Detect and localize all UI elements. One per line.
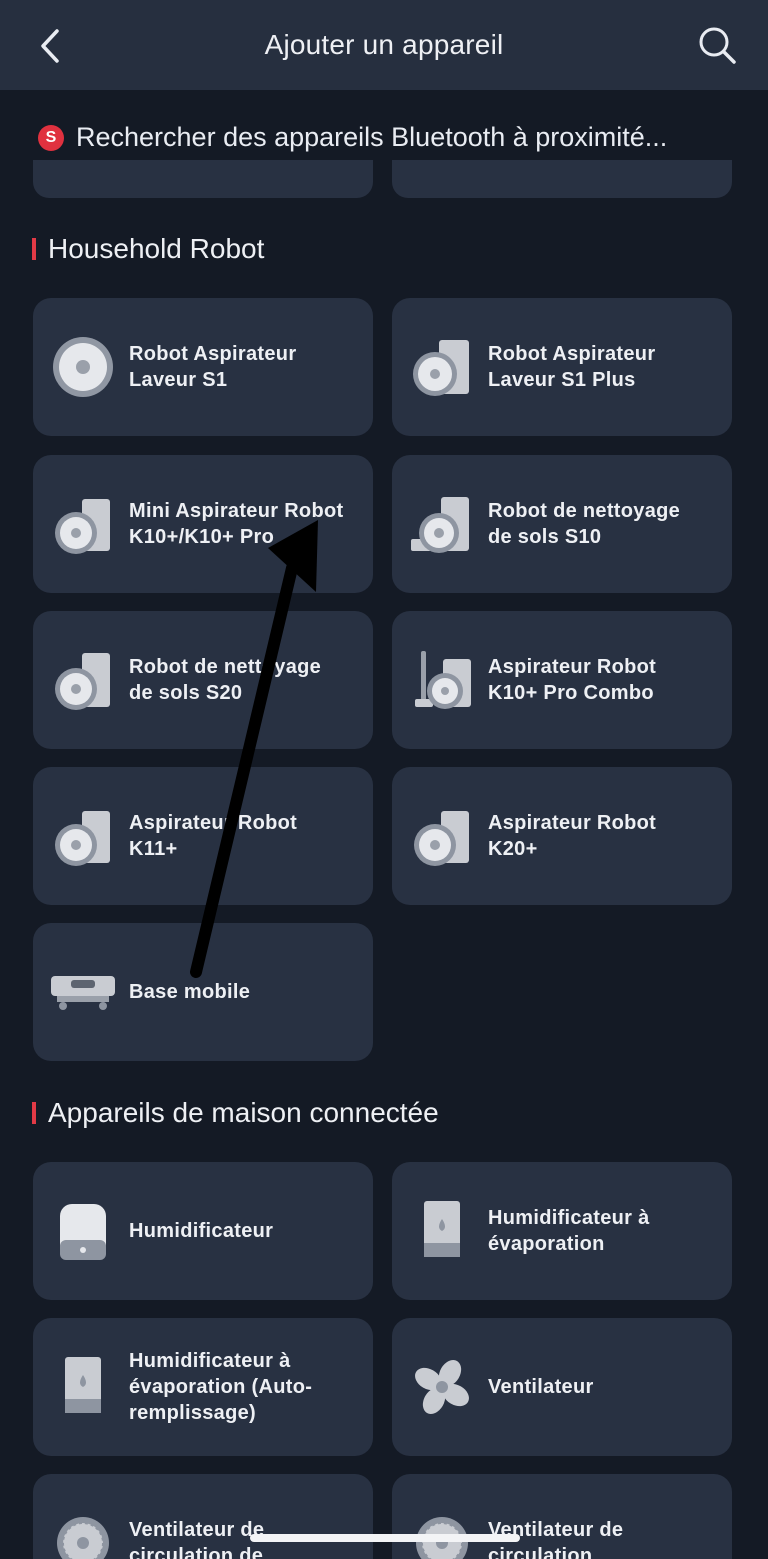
device-card-evaporative-humidifier-auto[interactable]: Humidificateur à évaporation (Auto- remp… xyxy=(33,1318,373,1456)
device-label: Aspirateur Robot K10+ Pro Combo xyxy=(488,656,657,704)
device-card-s1-plus[interactable]: Robot Aspirateur Laveur S1 Plus xyxy=(392,298,732,436)
device-label: Ventilateur xyxy=(488,1376,594,1398)
device-label: Ventilateur de circulation de xyxy=(129,1519,265,1559)
top-navigation-bar: Ajouter un appareil xyxy=(0,0,768,90)
section-title: Household Robot xyxy=(48,233,265,264)
page-title: Ajouter un appareil xyxy=(264,29,504,60)
device-card-s20[interactable]: Robot de nettoyage de sols S20 xyxy=(33,611,373,749)
bluetooth-scan-badge: S xyxy=(38,124,64,151)
bluetooth-scan-banner[interactable]: S Rechercher des appareils Bluetooth à p… xyxy=(38,122,667,153)
device-card-s1[interactable]: Robot Aspirateur Laveur S1 xyxy=(33,298,373,436)
section-title: Appareils de maison connectée xyxy=(48,1097,439,1128)
section-accent-bar xyxy=(32,1102,36,1124)
device-label: Robot de nettoyage de sols S10 xyxy=(488,500,681,548)
device-label: Robot Aspirateur Laveur S1 Plus xyxy=(488,343,656,391)
device-card-k20[interactable]: Aspirateur Robot K20+ xyxy=(392,767,732,905)
device-label: Humidificateur xyxy=(129,1220,274,1242)
robot-vacuum-icon xyxy=(51,335,115,399)
evaporative-humidifier-icon xyxy=(410,1199,474,1263)
device-card-k11[interactable]: Aspirateur Robot K11+ xyxy=(33,767,373,905)
device-label: Base mobile xyxy=(129,981,251,1003)
search-button[interactable] xyxy=(694,22,740,68)
partial-device-card[interactable] xyxy=(33,160,373,198)
chevron-left-icon xyxy=(41,29,59,63)
robot-vacuum-dock-icon xyxy=(410,804,474,868)
device-label: Robot Aspirateur Laveur S1 xyxy=(129,343,297,391)
device-card-s10[interactable]: Robot de nettoyage de sols S10 xyxy=(392,455,732,593)
fan-icon xyxy=(410,1355,474,1419)
section-household-robot: Household Robot xyxy=(32,233,264,265)
device-card-base-mobile[interactable]: Base mobile xyxy=(33,923,373,1061)
back-button[interactable] xyxy=(30,24,70,68)
robot-vacuum-dock-icon xyxy=(51,804,115,868)
evaporative-humidifier-icon xyxy=(51,1355,115,1419)
device-card-humidifier[interactable]: Humidificateur xyxy=(33,1162,373,1300)
home-indicator[interactable] xyxy=(250,1534,520,1542)
robot-vacuum-stick-icon xyxy=(410,648,474,712)
robot-vacuum-dock-icon xyxy=(51,492,115,556)
device-card-evaporative-humidifier[interactable]: Humidificateur à évaporation xyxy=(392,1162,732,1300)
device-card-k10-combo[interactable]: Aspirateur Robot K10+ Pro Combo xyxy=(392,611,732,749)
bluetooth-scan-text: Rechercher des appareils Bluetooth à pro… xyxy=(76,122,668,152)
device-label: Aspirateur Robot K11+ xyxy=(129,812,298,860)
section-accent-bar xyxy=(32,238,36,260)
circulation-fan-icon xyxy=(51,1511,115,1559)
robot-mop-dock-icon xyxy=(51,648,115,712)
humidifier-icon xyxy=(51,1199,115,1263)
device-label: Mini Aspirateur Robot K10+/K10+ Pro xyxy=(129,500,344,548)
device-card-k10[interactable]: Mini Aspirateur Robot K10+/K10+ Pro xyxy=(33,455,373,593)
robot-vacuum-dock-icon xyxy=(410,335,474,399)
device-card-fan[interactable]: Ventilateur xyxy=(392,1318,732,1456)
device-label: Humidificateur à évaporation xyxy=(488,1207,650,1255)
search-icon xyxy=(699,27,736,64)
partial-device-card[interactable] xyxy=(392,160,732,198)
device-label: Robot de nettoyage de sols S20 xyxy=(129,656,322,704)
device-card-circulation-fan-1[interactable]: Ventilateur de circulation de xyxy=(33,1474,373,1559)
section-smart-home: Appareils de maison connectée xyxy=(32,1097,439,1129)
robot-mop-dock-icon xyxy=(410,492,474,556)
mobile-base-icon xyxy=(51,960,115,1024)
device-label: Humidificateur à évaporation (Auto- remp… xyxy=(129,1350,313,1424)
device-label: Aspirateur Robot K20+ xyxy=(488,812,657,860)
device-card-circulation-fan-2[interactable]: Ventilateur de circulation xyxy=(392,1474,732,1559)
